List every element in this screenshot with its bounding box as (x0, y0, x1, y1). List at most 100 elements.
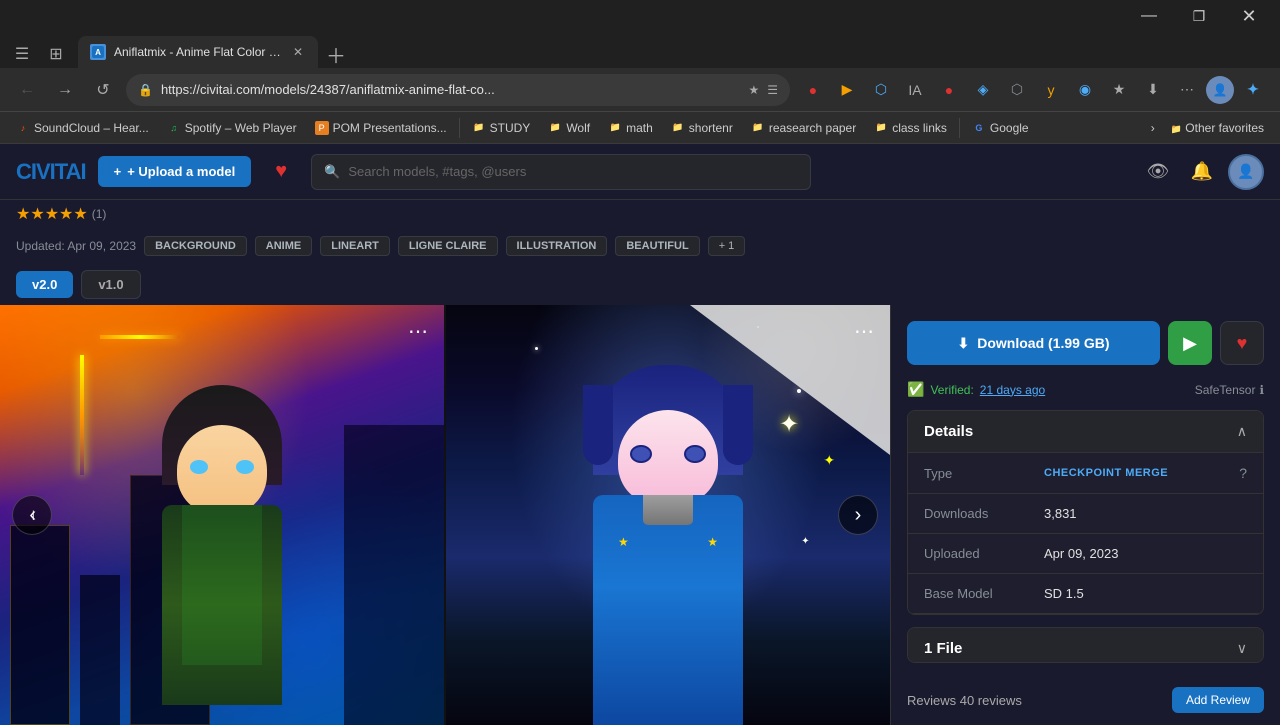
extension-btn-1[interactable]: ● (798, 75, 828, 105)
tag-anime[interactable]: ANIME (255, 236, 312, 256)
image-card-2[interactable]: ✦ ✦ ✦ (446, 305, 890, 725)
images-gallery: ⋯ ‹ | ✦ ✦ ✦ (0, 305, 890, 725)
sidebar-toggle-button[interactable]: ☰ (8, 40, 36, 68)
tab-title: Aniflatmix - Anime Flat Color Sty... (114, 45, 282, 59)
more-tags[interactable]: + 1 (708, 236, 746, 256)
bookmark-pom[interactable]: P POM Presentations... (307, 117, 455, 139)
download-row: ⬇ Download (1.99 GB) ▶ ♥ (891, 305, 1280, 381)
extension-btn-9[interactable]: ◉ (1070, 75, 1100, 105)
bookmark-label: POM Presentations... (333, 121, 447, 135)
notification-bell-icon[interactable]: 🔔 (1184, 154, 1220, 190)
other-favorites-button[interactable]: 📁 Other favorites (1163, 117, 1272, 139)
extension-btn-5[interactable]: ● (934, 75, 964, 105)
bookmark-math[interactable]: 📁 math (600, 117, 661, 139)
downloads-button[interactable]: ⬇ (1138, 75, 1168, 105)
user-avatar[interactable]: 👤 (1228, 154, 1264, 190)
type-help-icon[interactable]: ? (1239, 465, 1247, 481)
star-2: ★ (30, 204, 44, 224)
base-model-value: SD 1.5 (1044, 586, 1247, 601)
details-collapse-icon: ∧ (1237, 423, 1247, 440)
files-section: 1 File ∨ (907, 627, 1264, 663)
files-header[interactable]: 1 File ∨ (908, 628, 1263, 663)
hash-row: Hash AUTOV2 B0D25DB787 › (908, 613, 1263, 615)
bookmark-soundcloud[interactable]: ♪ SoundCloud – Hear... (8, 117, 157, 139)
address-bar: ← → ↺ 🔒 https://civitai.com/models/24387… (0, 68, 1280, 112)
bookmark-wolf[interactable]: 📁 Wolf (540, 117, 598, 139)
tag-background[interactable]: BACKGROUND (144, 236, 247, 256)
soundcloud-icon: ♪ (16, 121, 30, 135)
tab-close-button[interactable]: ✕ (290, 44, 306, 60)
image-next-button[interactable]: › (838, 495, 878, 535)
play-button[interactable]: ▶ (1168, 321, 1212, 365)
reload-button[interactable]: ↺ (88, 75, 118, 105)
version-v1-button[interactable]: v1.0 (81, 270, 140, 299)
star-4: ★ (59, 204, 73, 224)
bookmark-classlinks[interactable]: 📁 class links (866, 117, 955, 139)
maximize-button[interactable]: ❐ (1176, 0, 1222, 32)
profile-avatar[interactable]: 👤 (1206, 76, 1234, 104)
reviews-section: Reviews 40 reviews Add Review (891, 675, 1280, 725)
image-card-1[interactable]: ⋯ ‹ | (0, 305, 444, 725)
bookmark-study[interactable]: 📁 STUDY (464, 117, 539, 139)
folder-icon: 📁 (671, 121, 685, 135)
bookmark-shortenr[interactable]: 📁 shortenr (663, 117, 741, 139)
extension-btn-4[interactable]: IA (900, 75, 930, 105)
extension-btn-2[interactable]: ▶ (832, 75, 862, 105)
add-review-button[interactable]: Add Review (1172, 687, 1264, 713)
type-value: CHECKPOINT MERGE (1044, 467, 1239, 479)
bookmark-label: Wolf (566, 121, 590, 135)
verified-row: ✅ Verified: 21 days ago SafeTensor ℹ (891, 381, 1280, 410)
tab-grid-button[interactable]: ⊞ (42, 40, 70, 68)
details-header[interactable]: Details ∧ (908, 411, 1263, 452)
upload-model-button[interactable]: + + Upload a model (98, 156, 252, 187)
image-1-menu-button[interactable]: ⋯ (404, 317, 432, 345)
tag-illustration[interactable]: ILLUSTRATION (506, 236, 608, 256)
star-bookmark-icon[interactable]: ★ (748, 83, 759, 97)
search-input[interactable] (348, 164, 798, 179)
download-button[interactable]: ⬇ Download (1.99 GB) (907, 321, 1160, 365)
search-bar[interactable]: 🔍 (311, 154, 811, 190)
base-model-label: Base Model (924, 586, 1044, 601)
info-icon[interactable]: ℹ (1259, 383, 1264, 397)
lock-icon: 🔒 (138, 83, 153, 97)
extension-btn-6[interactable]: ◈ (968, 75, 998, 105)
verified-date-link[interactable]: 21 days ago (980, 383, 1045, 397)
extension-btn-3[interactable]: ⬡ (866, 75, 896, 105)
bookmark-google[interactable]: G Google (964, 117, 1037, 139)
favorites-button[interactable]: ★ (1104, 75, 1134, 105)
download-label: Download (1.99 GB) (977, 335, 1109, 351)
tag-lineart[interactable]: LINEART (320, 236, 390, 256)
tag-ligne-claire[interactable]: LIGNE CLAIRE (398, 236, 498, 256)
forward-button[interactable]: → (50, 75, 80, 105)
bookmark-research[interactable]: 📁 reasearch paper (743, 117, 864, 139)
url-bar[interactable]: 🔒 https://civitai.com/models/24387/anifl… (126, 74, 790, 106)
save-heart-button[interactable]: ♥ (1220, 321, 1264, 365)
eye-off-icon[interactable]: 👁 (1140, 154, 1176, 190)
new-tab-button[interactable]: ＋ (322, 40, 350, 68)
uploaded-label: Uploaded (924, 546, 1044, 561)
wishlist-heart-button[interactable]: ♥ (263, 154, 299, 190)
more-button[interactable]: ⋯ (1172, 75, 1202, 105)
tag-beautiful[interactable]: BEAUTIFUL (615, 236, 699, 256)
back-button[interactable]: ← (12, 75, 42, 105)
image-prev-button[interactable]: ‹ | (12, 495, 52, 535)
extension-btn-7[interactable]: ⬡ (1002, 75, 1032, 105)
bookmark-separator (459, 118, 460, 138)
image-2-menu-button[interactable]: ⋯ (850, 317, 878, 345)
version-v2-button[interactable]: v2.0 (16, 271, 73, 298)
reader-view-icon[interactable]: ☰ (767, 83, 778, 97)
close-button[interactable]: ✕ (1226, 0, 1272, 32)
extension-btn-8[interactable]: y (1036, 75, 1066, 105)
search-icon: 🔍 (324, 164, 340, 180)
verified-check-icon: ✅ (907, 381, 924, 398)
copilot-button[interactable]: ✦ (1238, 75, 1268, 105)
expand-bookmarks-button[interactable]: › (1143, 117, 1163, 139)
files-title: 1 File (924, 640, 962, 657)
header-actions: 👁 🔔 👤 (1140, 154, 1264, 190)
civitai-logo[interactable]: CIVITAI (16, 159, 86, 185)
minimize-button[interactable]: — (1126, 0, 1172, 32)
bookmark-spotify[interactable]: ♫ Spotify – Web Player (159, 117, 305, 139)
active-tab[interactable]: A Aniflatmix - Anime Flat Color Sty... ✕ (78, 36, 318, 68)
details-title: Details (924, 423, 973, 440)
base-model-row: Base Model SD 1.5 (908, 573, 1263, 613)
